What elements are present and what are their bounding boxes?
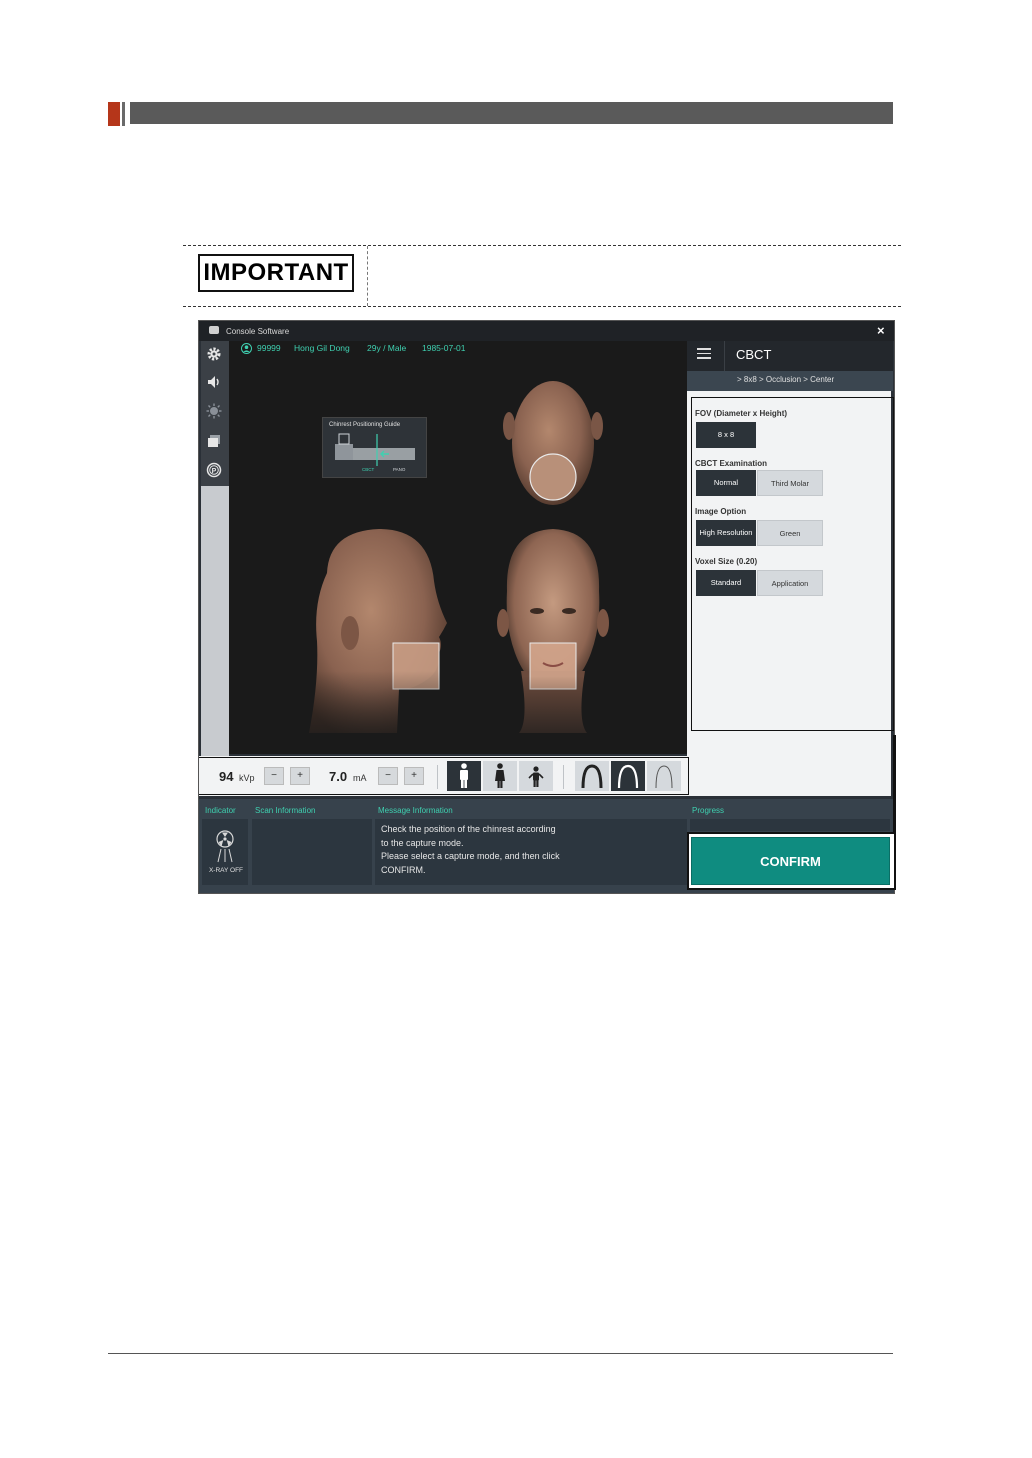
voxel-option-standard[interactable]: Standard bbox=[696, 570, 756, 596]
mode-title: CBCT bbox=[736, 347, 772, 362]
image-option-title: Image Option bbox=[695, 507, 747, 516]
chinrest-label-pano: PANO bbox=[393, 467, 406, 472]
ma-unit: mA bbox=[353, 773, 367, 783]
adult-male-icon bbox=[460, 763, 468, 788]
breadcrumb-text: > 8x8 > Occlusion > Center bbox=[737, 375, 835, 384]
patient-id: 99999 bbox=[257, 343, 281, 353]
scan-info-panel bbox=[252, 819, 372, 885]
footer-rule bbox=[108, 1353, 893, 1354]
gear-icon[interactable] bbox=[206, 346, 222, 362]
section-marker bbox=[108, 102, 120, 126]
xray-state: X-RAY OFF bbox=[208, 867, 244, 874]
ma-plus-button[interactable]: + bbox=[404, 767, 424, 785]
message-text: Check the position of the chinrest accor… bbox=[381, 823, 681, 877]
exam-option-third-molar[interactable]: Third Molar bbox=[757, 470, 823, 496]
breadcrumb: > 8x8 > Occlusion > Center bbox=[687, 371, 893, 391]
cbct-exam-title: CBCT Examination bbox=[695, 459, 768, 468]
app-icon bbox=[209, 326, 219, 334]
kvp-value: 94 bbox=[219, 769, 234, 784]
head-front-view bbox=[469, 529, 687, 754]
kvp-minus-button[interactable]: − bbox=[264, 767, 284, 785]
patient-age-sex: 29y / Male bbox=[367, 343, 407, 353]
arch-wide-icon bbox=[655, 765, 673, 789]
important-label: IMPORTANT bbox=[198, 254, 354, 292]
child-icon bbox=[528, 766, 544, 787]
progress-highlight-edge bbox=[893, 735, 896, 832]
progress-label: Progress bbox=[692, 806, 725, 815]
ma-minus-button[interactable]: − bbox=[378, 767, 398, 785]
head-side-view bbox=[269, 529, 489, 754]
image-option-high-resolution[interactable]: High Resolution bbox=[696, 520, 756, 546]
important-border-top bbox=[183, 245, 901, 246]
chinrest-positioning-guide: Chinrest Positioning Guide CBCT PANO bbox=[322, 417, 427, 478]
adult-male-button[interactable] bbox=[447, 761, 481, 791]
exam-option-normal[interactable]: Normal bbox=[696, 470, 756, 496]
adult-female-button[interactable] bbox=[483, 761, 517, 791]
message-info-label: Message Information bbox=[378, 806, 453, 815]
important-divider bbox=[367, 246, 368, 306]
kvp-plus-button[interactable]: + bbox=[290, 767, 310, 785]
header-separator bbox=[724, 341, 725, 371]
section-marker-stripe bbox=[122, 102, 125, 126]
head-top-view bbox=[503, 381, 603, 505]
voxel-size-title: Voxel Size (0.20) bbox=[695, 557, 758, 566]
arch-narrow-button[interactable] bbox=[575, 761, 609, 791]
arch-normal-icon bbox=[617, 764, 639, 789]
message-line: CONFIRM. bbox=[381, 864, 426, 875]
fov-title: FOV (Diameter x Height) bbox=[695, 409, 788, 418]
hamburger-menu-icon[interactable] bbox=[697, 348, 711, 360]
confirm-button[interactable]: CONFIRM bbox=[691, 837, 890, 885]
head-3d-view[interactable]: Chinrest Positioning Guide CBCT PANO bbox=[229, 341, 687, 754]
close-icon[interactable]: × bbox=[877, 323, 885, 338]
section-header-bar bbox=[130, 102, 893, 124]
layers-icon[interactable] bbox=[206, 433, 222, 449]
console-window: Console Software × P Chinrest Positionin… bbox=[198, 320, 895, 894]
arch-normal-button[interactable] bbox=[611, 761, 645, 791]
right-panel-header bbox=[687, 341, 893, 371]
sun-icon[interactable] bbox=[206, 403, 222, 419]
parking-icon[interactable]: P bbox=[206, 462, 222, 478]
speaker-icon[interactable] bbox=[206, 374, 222, 390]
window-title: Console Software bbox=[226, 327, 290, 336]
toolbar-separator-2 bbox=[563, 765, 564, 789]
toolbar-separator bbox=[437, 765, 438, 789]
message-line: to the capture mode. bbox=[381, 837, 464, 848]
chinrest-guide-title: Chinrest Positioning Guide bbox=[329, 422, 401, 428]
important-border-bottom bbox=[183, 306, 901, 307]
voxel-option-application[interactable]: Application bbox=[757, 570, 823, 596]
patient-birth: 1985-07-01 bbox=[422, 343, 466, 353]
child-button[interactable] bbox=[519, 761, 553, 791]
xray-off-icon bbox=[216, 830, 234, 863]
patient-name: Hong Gil Dong bbox=[294, 343, 350, 353]
message-line: Check the position of the chinrest accor… bbox=[381, 824, 556, 834]
fov-option-8x8[interactable]: 8 x 8 bbox=[696, 422, 756, 448]
message-line: Please select a capture mode, and then c… bbox=[381, 851, 560, 861]
arch-narrow-icon bbox=[581, 764, 603, 789]
progress-panel bbox=[690, 819, 890, 831]
kvp-unit: kVp bbox=[239, 773, 255, 783]
left-toolbar-lower bbox=[201, 486, 229, 756]
indicator-label: Indicator bbox=[205, 806, 236, 815]
svg-text:P: P bbox=[212, 468, 217, 475]
adult-female-icon bbox=[495, 763, 505, 788]
title-bar: Console Software × bbox=[199, 321, 894, 341]
scan-info-label: Scan Information bbox=[255, 806, 316, 815]
chinrest-label-cbct: CBCT bbox=[362, 467, 375, 472]
arch-wide-button[interactable] bbox=[647, 761, 681, 791]
image-option-green[interactable]: Green bbox=[757, 520, 823, 546]
patient-icon bbox=[241, 343, 252, 354]
ma-value: 7.0 bbox=[329, 769, 348, 784]
